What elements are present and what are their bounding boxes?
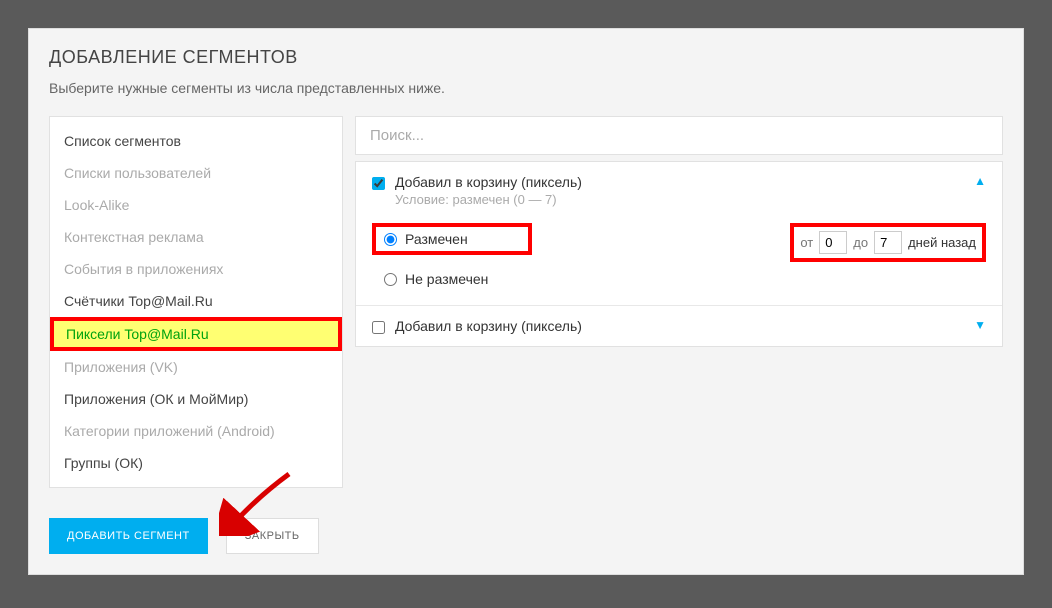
accordion-item-1: Добавил в корзину (пиксель) Условие: раз… [356,162,1002,305]
range-suffix: дней назад [908,235,976,250]
search-box[interactable] [355,116,1003,155]
range-highlight: от до дней назад [790,223,986,262]
modal-subtitle: Выберите нужные сегменты из числа предст… [49,80,1003,96]
main-panel: Добавил в корзину (пиксель) Условие: раз… [355,116,1003,488]
accordion-header-2[interactable]: Добавил в корзину (пиксель) ▼ [356,306,1002,346]
search-input[interactable] [370,127,988,144]
segment-item-4[interactable]: События в приложениях [50,253,342,285]
segment-item-2[interactable]: Look-Alike [50,189,342,221]
radio-group: Размечен Не размечен [372,223,532,287]
range-to-label: до [853,235,868,250]
segment-item-1[interactable]: Списки пользователей [50,157,342,189]
modal-title: ДОБАВЛЕНИЕ СЕГМЕНТОВ [49,47,1003,68]
modal-footer: ДОБАВИТЬ СЕГМЕНТ ЗАКРЫТЬ [29,492,1023,574]
modal-body: Список сегментовСписки пользователейLook… [29,104,1023,492]
range-from-input[interactable] [819,231,847,254]
accordion-body-1: Размечен Не размечен от до [356,219,1002,305]
pixel-checkbox-1[interactable] [372,177,385,190]
segment-item-9[interactable]: Категории приложений (Android) [50,415,342,447]
add-segment-modal: ДОБАВЛЕНИЕ СЕГМЕНТОВ Выберите нужные сег… [28,28,1024,575]
pixel-checkbox-2[interactable] [372,321,385,334]
pixel-title-text-1: Добавил в корзину (пиксель) [395,174,582,190]
pixel-title-text-2: Добавил в корзину (пиксель) [395,318,582,334]
segment-item-7[interactable]: Приложения (VK) [50,351,342,383]
pixel-title-1: Добавил в корзину (пиксель) Условие: раз… [395,174,964,207]
add-segment-button[interactable]: ДОБАВИТЬ СЕГМЕНТ [49,518,208,554]
chevron-up-icon[interactable]: ▲ [974,174,986,188]
radio-marked-highlight[interactable]: Размечен [372,223,532,255]
chevron-down-icon[interactable]: ▼ [974,318,986,332]
segment-item-6[interactable]: Пиксели Top@Mail.Ru [50,317,342,351]
range-from-label: от [800,235,813,250]
accordion: Добавил в корзину (пиксель) Условие: раз… [355,161,1003,347]
segment-item-5[interactable]: Счётчики Top@Mail.Ru [50,285,342,317]
pixel-title-2: Добавил в корзину (пиксель) [395,318,964,334]
radio-marked-label: Размечен [405,231,468,247]
segments-sidebar: Список сегментовСписки пользователейLook… [49,116,343,488]
accordion-header-1[interactable]: Добавил в корзину (пиксель) Условие: раз… [356,162,1002,219]
segment-item-3[interactable]: Контекстная реклама [50,221,342,253]
pixel-subtitle-1: Условие: размечен (0 — 7) [395,192,964,207]
close-button[interactable]: ЗАКРЫТЬ [226,518,319,554]
accordion-item-2: Добавил в корзину (пиксель) ▼ [356,306,1002,346]
segment-item-8[interactable]: Приложения (ОК и МойМир) [50,383,342,415]
segment-item-0[interactable]: Список сегментов [50,125,342,157]
segment-item-10[interactable]: Группы (ОК) [50,447,342,479]
range-to-input[interactable] [874,231,902,254]
radio-unmarked-row[interactable]: Не размечен [372,271,532,287]
modal-header: ДОБАВЛЕНИЕ СЕГМЕНТОВ Выберите нужные сег… [29,29,1023,104]
radio-unmarked[interactable] [384,273,397,286]
radio-unmarked-label: Не размечен [405,271,488,287]
radio-marked[interactable] [384,233,397,246]
